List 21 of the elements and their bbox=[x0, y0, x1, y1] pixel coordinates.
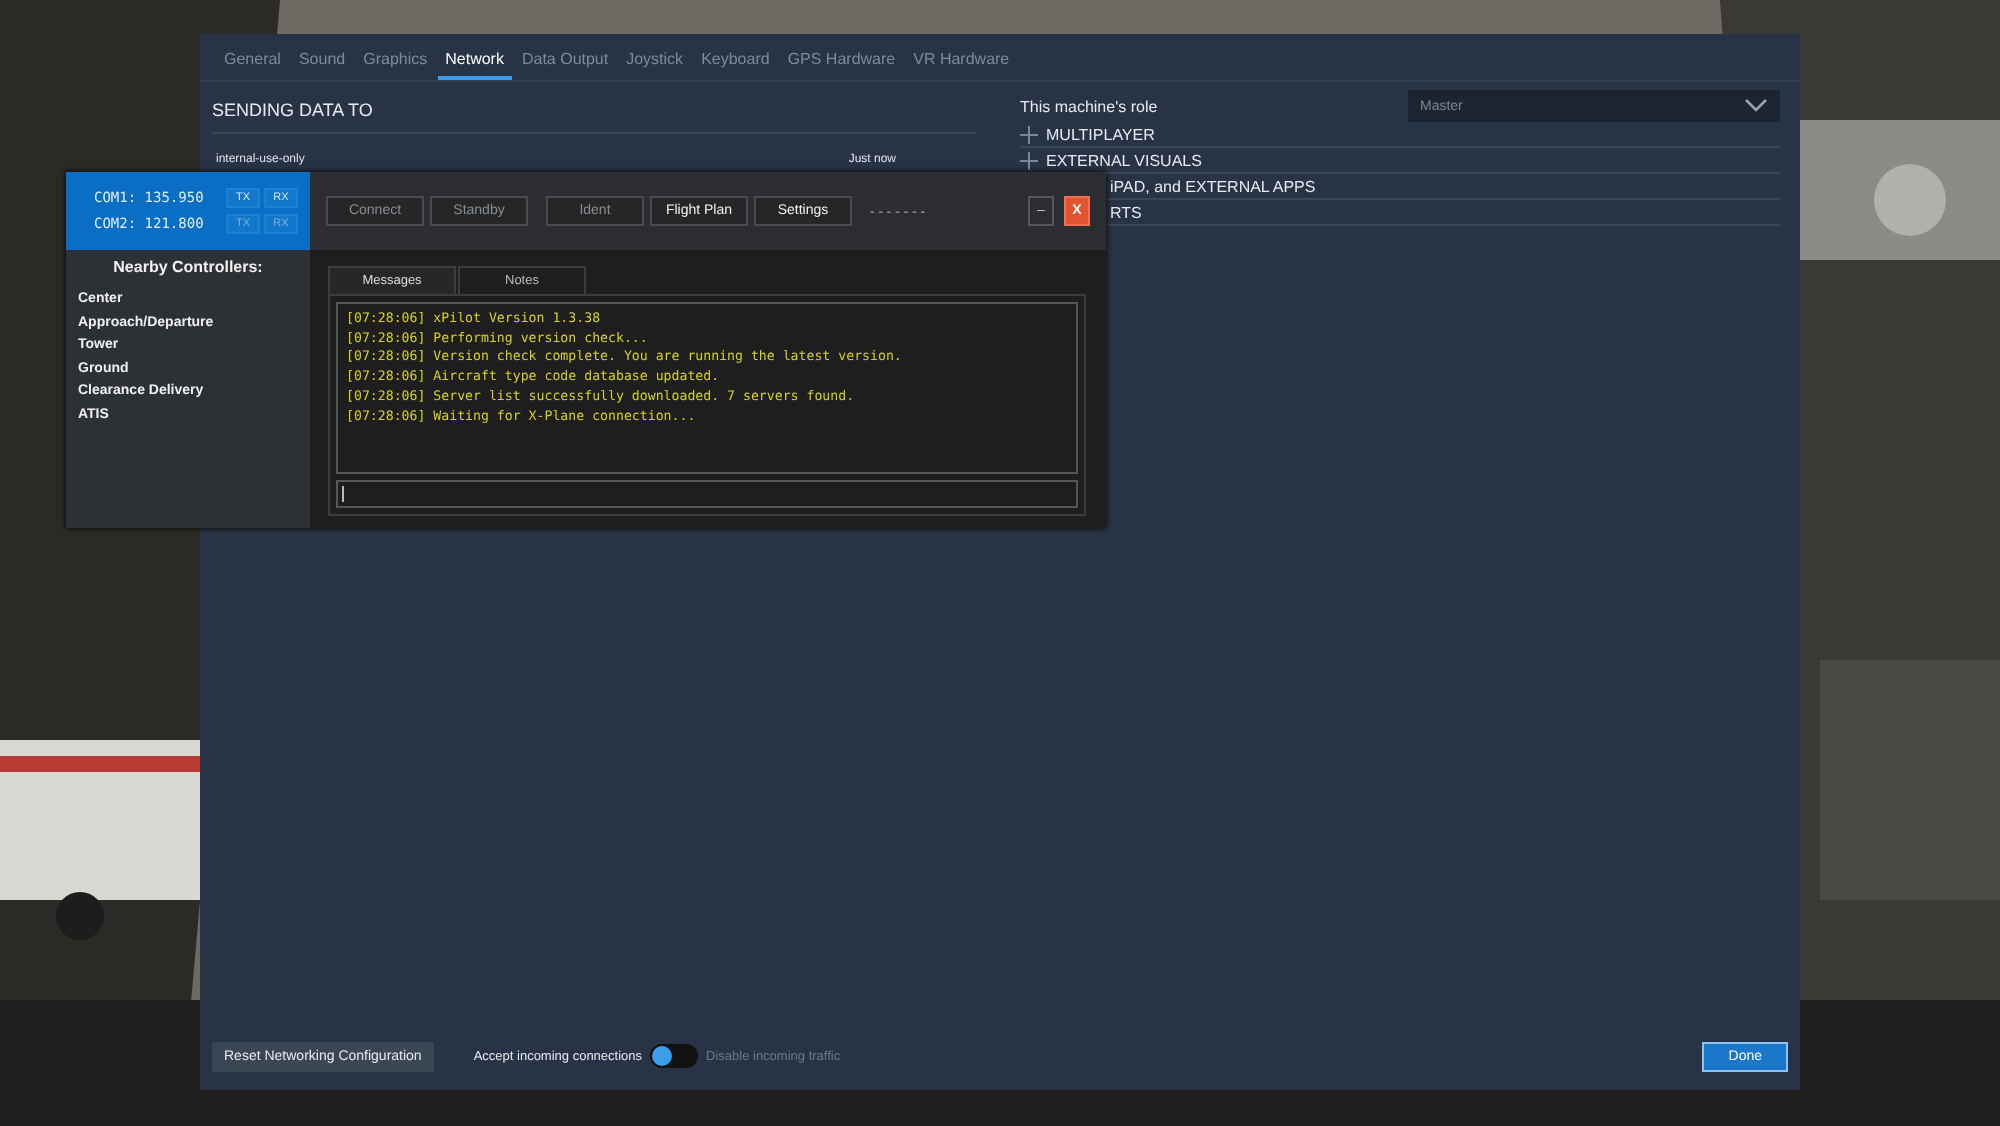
settings-tab[interactable]: Network bbox=[437, 44, 512, 80]
settings-tab[interactable]: General bbox=[216, 44, 289, 80]
message-input[interactable] bbox=[336, 480, 1078, 508]
plus-icon[interactable] bbox=[1020, 151, 1038, 169]
toggle-switch[interactable] bbox=[650, 1044, 699, 1068]
plus-icon[interactable] bbox=[1020, 125, 1038, 143]
settings-tab[interactable]: Sound bbox=[290, 44, 354, 80]
section-header[interactable]: RTS bbox=[1110, 203, 1142, 221]
settings-tab[interactable]: Joystick bbox=[618, 44, 692, 80]
settings-tab[interactable]: Keyboard bbox=[693, 44, 778, 80]
settings-tab[interactable]: Data Output bbox=[513, 44, 617, 80]
settings-tab[interactable]: VR Hardware bbox=[905, 44, 1018, 80]
controllers-title: Nearby Controllers: bbox=[111, 256, 265, 280]
chevron-icon bbox=[1744, 98, 1768, 114]
settings-tab[interactable]: GPS Hardware bbox=[779, 44, 904, 80]
section-header[interactable]: iPAD, and EXTERNAL APPS bbox=[1110, 177, 1316, 195]
settings-tab[interactable]: Graphics bbox=[355, 44, 436, 80]
section-header[interactable]: MULTIPLAYER bbox=[1046, 125, 1155, 143]
section-title: SENDING DATA TO bbox=[212, 82, 976, 134]
section-header[interactable]: EXTERNAL VISUALS bbox=[1046, 151, 1202, 169]
role-label: This machine's role bbox=[1020, 97, 1158, 115]
